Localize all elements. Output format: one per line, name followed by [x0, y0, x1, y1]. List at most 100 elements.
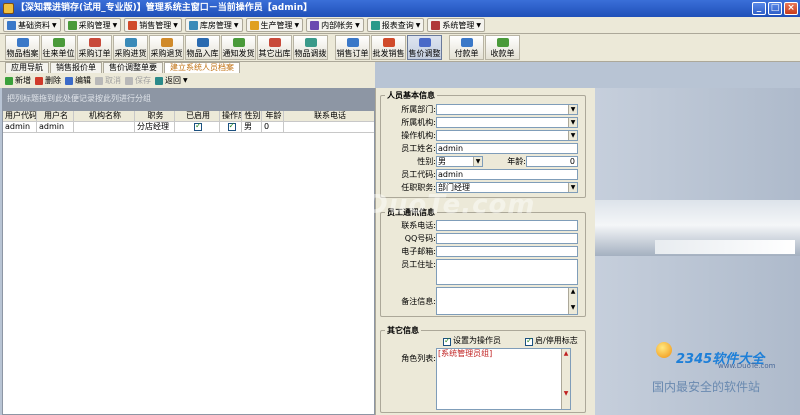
- toolbar-button-1[interactable]: 往来单位: [41, 35, 76, 60]
- scrollbar[interactable]: ▲ ▼: [561, 349, 570, 409]
- toolbar-button-11[interactable]: 售价调整: [407, 35, 442, 60]
- menu-icon: [7, 20, 16, 30]
- toolbar-button-7[interactable]: 其它出库: [257, 35, 292, 60]
- col-phone[interactable]: 联系电话: [284, 111, 374, 121]
- toolbar-button-5[interactable]: 物品入库: [185, 35, 220, 60]
- menu-item-2[interactable]: 销售管理 ▼: [124, 18, 182, 32]
- toolbar-button-8[interactable]: 物品调拨: [293, 35, 328, 60]
- qq-input[interactable]: [436, 233, 578, 244]
- add-button[interactable]: 新增: [5, 75, 31, 86]
- menu-icon: [67, 20, 77, 30]
- age-input[interactable]: 0: [526, 156, 578, 167]
- org-select[interactable]: ▼: [436, 117, 578, 128]
- minimize-button[interactable]: _: [752, 2, 766, 15]
- save-button[interactable]: 保存: [125, 75, 151, 86]
- maximize-button[interactable]: □: [768, 2, 782, 15]
- toolbar-icon: [460, 38, 473, 47]
- staff-name-label: 员工姓名:: [401, 144, 436, 153]
- toolbar-button-4[interactable]: 采购退货: [149, 35, 184, 60]
- tab-price-adjust[interactable]: 售价调整单要: [103, 62, 163, 73]
- close-button[interactable]: ×: [784, 2, 798, 15]
- menu-item-7[interactable]: 系统管理 ▼: [427, 18, 485, 32]
- toolbar-button-10[interactable]: 批发销售: [371, 35, 406, 60]
- app-icon: [3, 3, 14, 14]
- edit-icon: [65, 76, 73, 85]
- document-tabs: 应用导航 销售报价单 售价调整单要 建立系统人员档案: [0, 62, 375, 73]
- scrollbar[interactable]: ▲ ▼: [568, 288, 577, 314]
- post-select[interactable]: 部门经理 ▼: [436, 182, 578, 193]
- group-by-hint[interactable]: 把列标题拖到此处便记录按此列进行分组: [2, 88, 375, 110]
- menu-icon: [431, 20, 441, 30]
- gender-label: 性别:: [417, 157, 436, 166]
- back-button[interactable]: 返回 ▼: [155, 75, 188, 86]
- toolbar-button-0[interactable]: 物品档案: [5, 35, 40, 60]
- cell-name: admin: [37, 122, 74, 132]
- tab-sales-quote[interactable]: 销售报价单: [50, 62, 102, 73]
- col-code[interactable]: 用户代码: [3, 111, 37, 121]
- save-icon: [125, 76, 133, 85]
- col-enabled[interactable]: 已启用: [175, 111, 220, 121]
- cell-gender: 男: [242, 122, 262, 132]
- enable-flag-option[interactable]: 启/停用标志: [525, 335, 578, 346]
- staff-name-input[interactable]: admin: [436, 143, 578, 154]
- set-operator-option[interactable]: 设置为操作员: [443, 335, 501, 346]
- phone-input[interactable]: [436, 220, 578, 231]
- menu-icon: [310, 20, 320, 30]
- col-gender[interactable]: 性别: [242, 111, 262, 121]
- toolbar-button-6[interactable]: 通知发货: [221, 35, 256, 60]
- chevron-down-icon: ▼: [473, 157, 482, 166]
- toolbar-button-9[interactable]: 销售订单: [335, 35, 370, 60]
- col-age[interactable]: 年龄: [262, 111, 284, 121]
- chevron-down-icon: ▼: [294, 21, 300, 29]
- staff-code-input[interactable]: admin: [436, 169, 578, 180]
- col-post[interactable]: 职务: [135, 111, 175, 121]
- toolbar-icon: [346, 38, 359, 47]
- role-label: 角色列表:: [401, 354, 436, 363]
- table-row[interactable]: admin admin 分店经理 男 0: [3, 122, 374, 133]
- menu-item-6[interactable]: 报表查询 ▼: [366, 18, 425, 32]
- tab-staff-profile[interactable]: 建立系统人员档案: [164, 62, 240, 73]
- brand-slogan: 国内最安全的软件站: [652, 380, 761, 394]
- col-name[interactable]: 用户名: [37, 111, 74, 121]
- menu-icon: [128, 20, 138, 30]
- edit-button[interactable]: 编辑: [65, 75, 91, 86]
- toolbar-icon: [124, 38, 137, 47]
- operator-checkbox[interactable]: [227, 122, 236, 131]
- note-input[interactable]: ▲ ▼: [436, 287, 578, 315]
- toolbar-button-12[interactable]: 付款单: [449, 35, 484, 60]
- menu-icon: [188, 20, 198, 30]
- menu-item-1[interactable]: 采购管理 ▼: [63, 18, 122, 32]
- grid-header: 用户代码 用户名 机构名称 职务 已启用 操作库 性别 年龄 联系电话: [3, 111, 374, 122]
- col-operator[interactable]: 操作库: [220, 111, 242, 121]
- toolbar-button-13[interactable]: 收款单: [485, 35, 520, 60]
- toolbar-button-2[interactable]: 采购订单: [77, 35, 112, 60]
- enable-flag-checkbox[interactable]: [525, 336, 533, 346]
- enabled-checkbox[interactable]: [194, 122, 202, 131]
- set-operator-checkbox[interactable]: [443, 336, 451, 346]
- email-label: 电子邮箱:: [401, 247, 436, 256]
- cancel-button[interactable]: 取消: [95, 75, 121, 86]
- menu-item-5[interactable]: 内部帐务 ▼: [306, 18, 364, 32]
- contact-info-group: 员工通讯信息 联系电话: QQ号码: 电子邮箱: 员工住址: 备注信息: ▲ ▼: [380, 207, 586, 317]
- chevron-down-icon: ▼: [568, 118, 577, 127]
- chevron-down-icon: ▼: [568, 105, 577, 114]
- delete-button[interactable]: 删除: [35, 75, 61, 86]
- cell-code: admin: [3, 122, 37, 132]
- address-label: 员工住址:: [401, 260, 436, 269]
- col-org[interactable]: 机构名称: [74, 111, 135, 121]
- address-input[interactable]: [436, 259, 578, 285]
- toolbar-button-3[interactable]: 采购进货: [113, 35, 148, 60]
- toolbar-icon: [16, 38, 29, 47]
- email-input[interactable]: [436, 246, 578, 257]
- dept-select[interactable]: ▼: [436, 104, 578, 115]
- post-label: 任职职务:: [401, 183, 436, 192]
- menu-item-3[interactable]: 库房管理 ▼: [184, 18, 243, 32]
- menu-item-4[interactable]: 生产管理 ▼: [245, 18, 304, 32]
- tab-app-nav[interactable]: 应用导航: [5, 62, 49, 73]
- gender-select[interactable]: 男 ▼: [436, 156, 483, 167]
- other-info-legend: 其它信息: [385, 325, 421, 336]
- menu-item-0[interactable]: 基础资料 ▼: [3, 18, 61, 32]
- role-list[interactable]: [系统管理员组] ▲ ▼: [436, 348, 571, 410]
- basic-info-legend: 人员基本信息: [385, 90, 437, 101]
- op-org-select[interactable]: ▼: [436, 130, 578, 141]
